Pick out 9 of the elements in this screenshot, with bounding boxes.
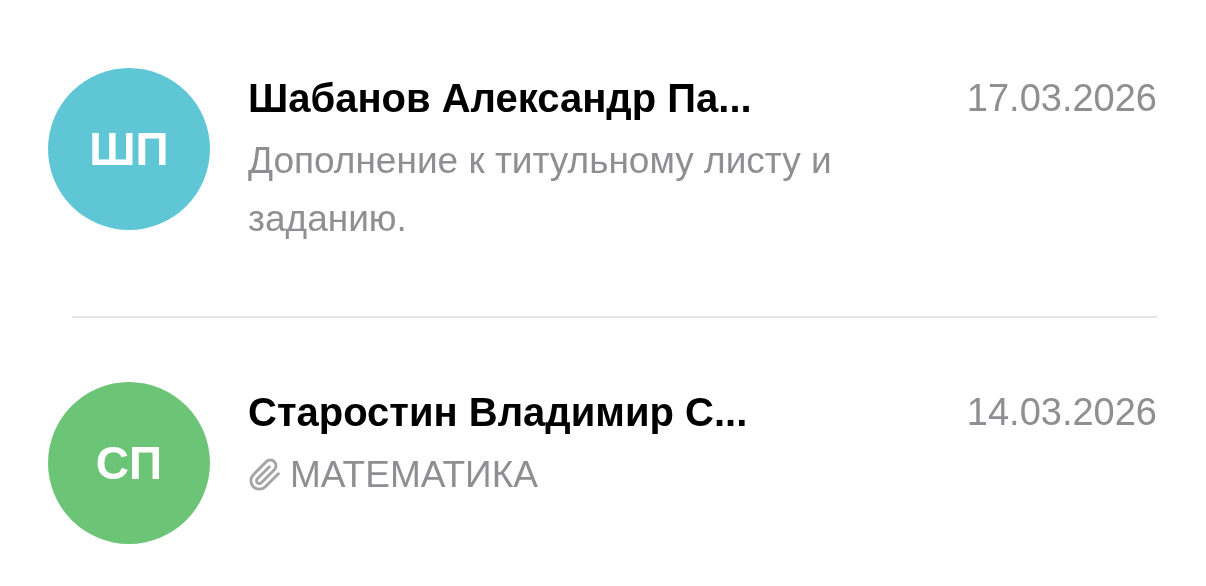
- avatar: СП: [48, 382, 210, 544]
- avatar: ШП: [48, 68, 210, 230]
- message-date: 14.03.2026: [966, 390, 1157, 435]
- paperclip-icon: [248, 456, 282, 494]
- message-preview: МАТЕМАТИКА: [290, 453, 538, 497]
- message-preview: Дополнение к титульному листу и заданию.: [248, 139, 833, 241]
- message-date: 17.03.2026: [966, 76, 1157, 121]
- contact-name: Шабанов Александр Па...: [248, 75, 752, 122]
- contact-name: Старостин Владимир С...: [248, 389, 748, 436]
